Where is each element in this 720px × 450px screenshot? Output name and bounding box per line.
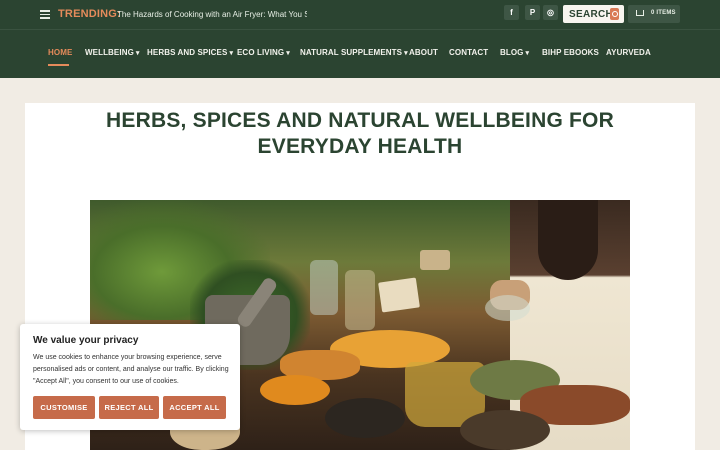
nav-item-wellbeing[interactable]: WELLBEING ▾ — [85, 48, 140, 57]
top-bar: TRENDING: The Hazards of Cooking with an… — [0, 0, 720, 29]
nav-item-about[interactable]: ABOUT — [409, 48, 438, 57]
nav-item-blog[interactable]: BLOG ▾ — [500, 48, 529, 57]
chevron-down-icon: ▾ — [525, 50, 530, 57]
instagram-icon[interactable]: ◎ — [543, 5, 558, 20]
main-navigation: HOME WELLBEING ▾ HERBS AND SPICES ▾ ECO LI… — [0, 29, 720, 78]
chevron-down-icon: ▾ — [404, 50, 408, 57]
nav-item-ayurveda[interactable]: AYURVEDA — [606, 48, 651, 57]
nav-item-home[interactable]: HOME — [48, 48, 72, 57]
cookie-message: We use cookies to enhance your browsing … — [33, 354, 229, 385]
facebook-icon[interactable]: f — [504, 5, 519, 20]
cookie-title: We value your privacy — [33, 335, 139, 346]
nav-item-contact[interactable]: CONTACT — [449, 48, 488, 57]
nav-item-eco-living[interactable]: ECO LIVING ▾ — [237, 48, 290, 57]
page-title: HERBS, SPICES AND NATURAL WELLBEING FOR … — [106, 109, 614, 158]
reject-all-button[interactable]: REJECT ALL — [99, 396, 159, 419]
chevron-down-icon: ▾ — [135, 50, 140, 57]
accept-all-button[interactable]: ACCEPT ALL — [163, 396, 226, 419]
pinterest-icon[interactable]: P — [525, 5, 540, 20]
chevron-down-icon: ▾ — [286, 50, 290, 57]
nav-item-natural-supplements[interactable]: NATURAL SUPPLEMENTS ▾ — [300, 48, 408, 57]
search-icon — [610, 8, 619, 20]
nav-item-herbs-and-spices[interactable]: HERBS AND SPICES ▾ — [147, 48, 233, 57]
menu-icon[interactable] — [40, 10, 50, 19]
active-nav-underline — [48, 64, 69, 66]
chevron-down-icon: ▾ — [229, 50, 234, 57]
cookie-consent-dialog: We value your privacy We use cookies to … — [20, 324, 240, 430]
cart-icon — [636, 10, 644, 16]
search-button[interactable]: SEARCH — [563, 5, 624, 23]
customise-button[interactable]: CUSTOMISE — [33, 396, 95, 419]
trending-headline-link[interactable]: The Hazards of Cooking with an Air Fryer… — [117, 10, 307, 19]
search-label: SEARCH — [569, 9, 614, 20]
trending-label: TRENDING: — [58, 8, 121, 20]
cart-count-label: 0 ITEMS — [651, 10, 676, 16]
nav-item-bihp-ebooks[interactable]: BIHP EBOOKS — [542, 48, 599, 57]
cart-button[interactable]: 0 ITEMS — [628, 5, 680, 23]
